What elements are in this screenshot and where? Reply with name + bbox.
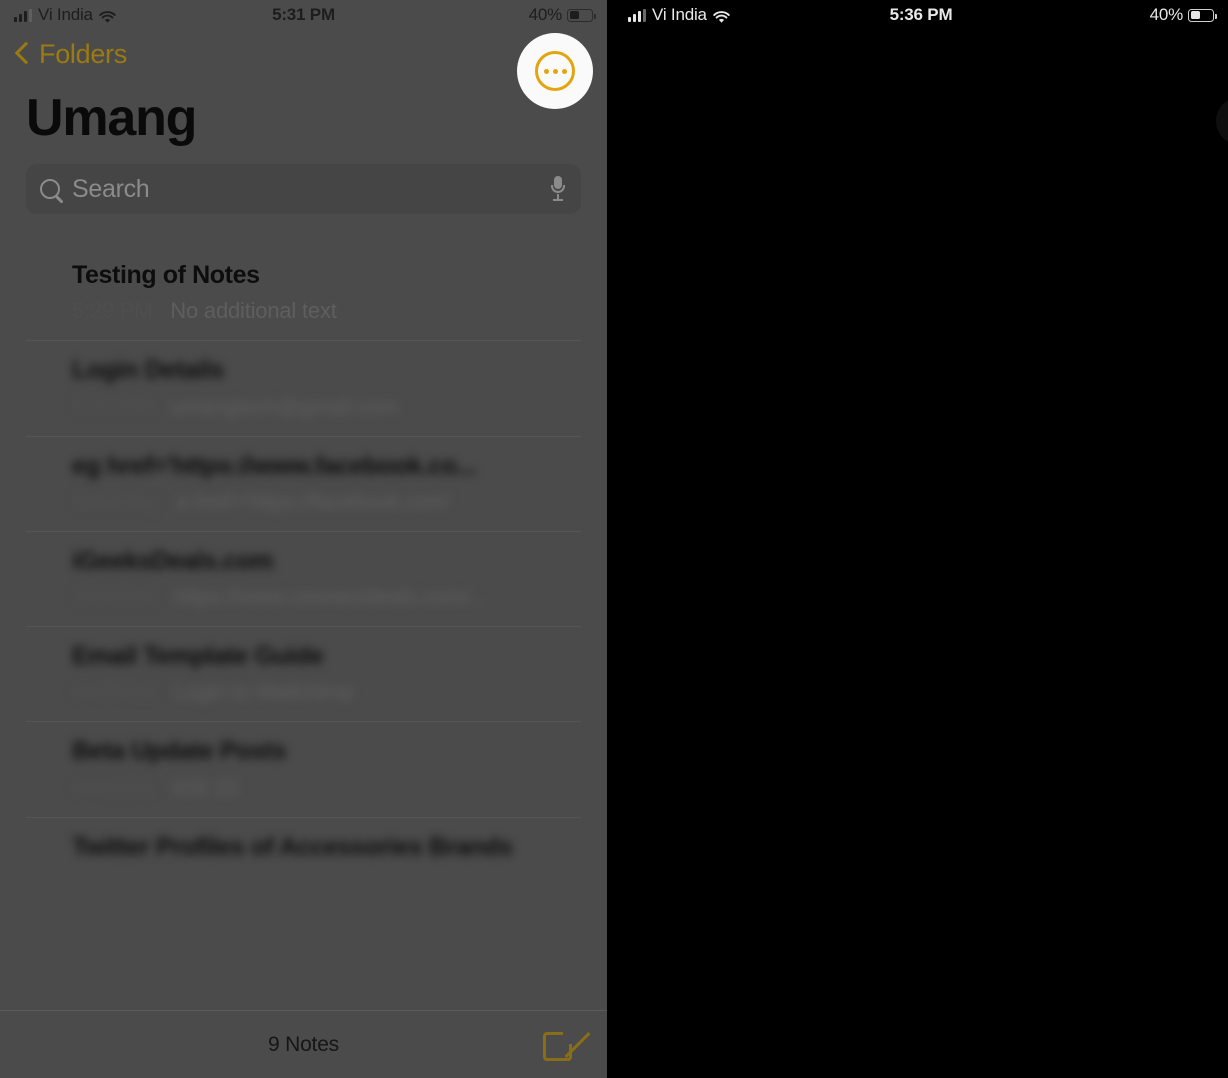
note-title: Testing of Notes bbox=[72, 261, 260, 289]
notes-list: Testing of Notes 5:29 PM No additional t… bbox=[26, 246, 581, 879]
more-options-button[interactable] bbox=[517, 33, 593, 109]
list-item[interactable]: Login Details 5:27 PM umangtech@gmail.co… bbox=[26, 341, 581, 437]
note-time: 08/11/21 bbox=[72, 774, 155, 800]
note-subtitle: 5:27 PM umangtech@gmail.com bbox=[72, 394, 581, 420]
search-container: Search bbox=[0, 164, 607, 214]
note-title: eg href='https://www.facebook.co... bbox=[72, 451, 477, 480]
microphone-icon[interactable] bbox=[551, 176, 565, 202]
note-subtitle: 08/05/22 Login to Mailchimp bbox=[72, 679, 581, 705]
more-ellipsis-circle-icon bbox=[535, 51, 575, 91]
cellular-bars-icon bbox=[14, 8, 32, 22]
carrier-name: Vi India bbox=[652, 5, 707, 24]
note-title: Email Template Guide bbox=[72, 642, 324, 670]
status-right-group: 40% bbox=[1149, 5, 1217, 25]
page-title: Umang bbox=[26, 89, 197, 147]
note-title: Beta Update Posts bbox=[72, 737, 287, 766]
list-item[interactable]: Email Template Guide 08/05/22 Login to M… bbox=[26, 627, 581, 723]
status-left-group: Vi India bbox=[628, 5, 730, 25]
screenshot-stage: Vi India 5:31 PM 40% Folders Umang Searc… bbox=[0, 0, 1228, 1078]
note-preview: iOS 15 bbox=[172, 774, 239, 800]
compose-note-icon[interactable] bbox=[543, 1028, 591, 1062]
note-title: Login Details bbox=[72, 356, 224, 385]
note-preview: https://www.connectdeals.com/... bbox=[173, 584, 488, 609]
search-placeholder: Search bbox=[72, 174, 150, 203]
chevron-left-icon bbox=[16, 42, 30, 66]
carrier-name: Vi India bbox=[38, 5, 93, 24]
note-time: 21/07/22 bbox=[72, 584, 157, 609]
battery-icon bbox=[567, 8, 596, 22]
right-status-bar: Vi India 5:36 PM 40% bbox=[614, 0, 1228, 30]
status-right-group: 40% bbox=[528, 5, 596, 25]
back-to-folders-button[interactable]: Folders bbox=[16, 39, 127, 70]
notes-count-label: 9 Notes bbox=[268, 1032, 339, 1056]
note-preview: No additional text bbox=[170, 298, 337, 324]
panel-divider bbox=[607, 0, 614, 1078]
status-left-group: Vi India bbox=[14, 5, 116, 25]
left-status-bar: Vi India 5:31 PM 40% bbox=[0, 0, 607, 30]
list-item[interactable]: Twitter Profiles of Accessories Brands bbox=[26, 818, 581, 879]
note-preview: umangtech@gmail.com bbox=[170, 393, 398, 419]
note-time: Saturday bbox=[72, 488, 159, 514]
battery-percent-label: 40% bbox=[1149, 5, 1184, 24]
wifi-icon bbox=[713, 9, 730, 23]
battery-icon bbox=[1188, 8, 1217, 22]
note-subtitle: 08/11/21 iOS 15 bbox=[72, 775, 581, 801]
back-button-label: Folders bbox=[39, 38, 127, 69]
cellular-bars-icon bbox=[628, 8, 646, 22]
note-subtitle: 21/07/22 https://www.connectdeals.com/..… bbox=[72, 584, 581, 610]
note-subtitle: 5:29 PM No additional text bbox=[72, 298, 581, 324]
left-nav-bar: Folders bbox=[0, 30, 607, 109]
close-sheet-button[interactable] bbox=[1216, 96, 1228, 145]
battery-percent-label: 40% bbox=[528, 5, 563, 24]
wifi-icon bbox=[99, 9, 116, 23]
note-time: 5:27 PM bbox=[72, 393, 153, 419]
note-subtitle: Saturday a href='https://facebook.com' bbox=[72, 489, 581, 515]
right-phone-screen: Vi India 5:36 PM 40% bbox=[614, 0, 1228, 1078]
note-time: 08/05/22 bbox=[72, 679, 157, 705]
note-title: Twitter Profiles of Accessories Brands bbox=[72, 832, 513, 861]
list-item[interactable]: eg href='https://www.facebook.co... Satu… bbox=[26, 437, 581, 532]
note-title: iGeeksDeals.com bbox=[72, 546, 274, 575]
note-time: 5:29 PM bbox=[72, 298, 153, 324]
note-preview: Login to Mailchimp bbox=[173, 679, 354, 705]
list-item[interactable]: Beta Update Posts 08/11/21 iOS 15 bbox=[26, 722, 581, 818]
list-item[interactable]: iGeeksDeals.com 21/07/22 https://www.con… bbox=[26, 532, 581, 627]
search-icon bbox=[40, 179, 60, 199]
list-item[interactable]: Testing of Notes 5:29 PM No additional t… bbox=[26, 246, 581, 342]
left-phone-screen: Vi India 5:31 PM 40% Folders Umang Searc… bbox=[0, 0, 607, 1078]
bottom-toolbar: 9 Notes bbox=[0, 1010, 607, 1078]
search-input[interactable]: Search bbox=[26, 164, 581, 214]
note-preview: a href='https://facebook.com' bbox=[176, 488, 451, 514]
